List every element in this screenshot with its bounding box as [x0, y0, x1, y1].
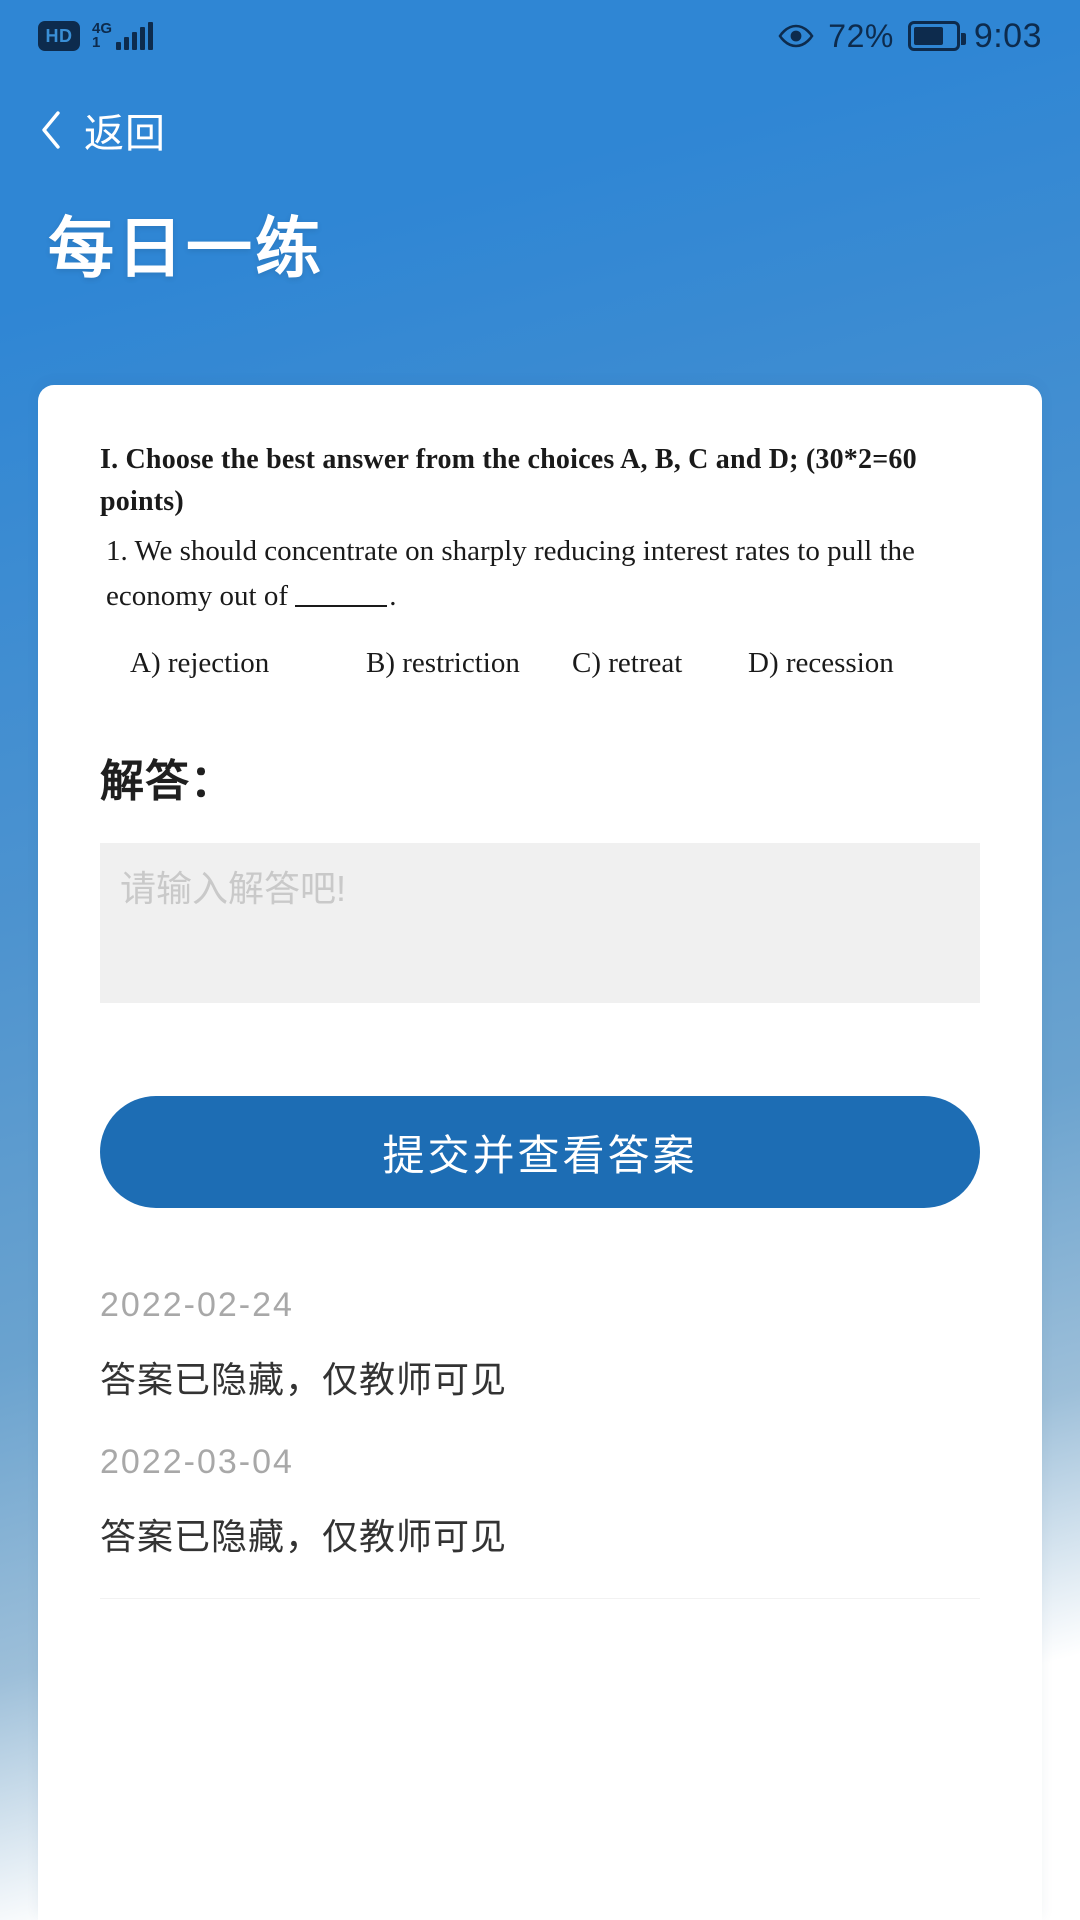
question-stem-period: . — [389, 579, 397, 612]
history-item-date: 2022-02-24 — [100, 1286, 294, 1325]
back-button[interactable]: 返回 — [0, 92, 1080, 168]
question-stem-text: 1. We should concentrate on sharply redu… — [106, 535, 915, 612]
battery-icon — [907, 21, 966, 51]
network-generation-label: 4G 1 — [92, 21, 112, 51]
hd-icon: HD — [38, 21, 80, 51]
question-block: I. Choose the best answer from the choic… — [38, 385, 1042, 683]
battery-percent-label: 72% — [828, 17, 894, 54]
question-options: A) rejection B) restriction C) retreat D… — [100, 643, 1000, 684]
content-card: I. Choose the best answer from the choic… — [38, 385, 1042, 1920]
question-section-heading: I. Choose the best answer from the choic… — [100, 444, 917, 517]
submit-wrapper: 提交并查看答案 — [38, 1008, 1042, 1209]
back-button-label: 返回 — [84, 112, 166, 156]
question-option-a[interactable]: A) rejection — [130, 643, 366, 684]
network-indicator: 4G 1 — [92, 21, 154, 51]
answer-history-list: 2022-02-24 答案已隐藏，仅教师可见 2022-03-04 答案已隐藏，… — [38, 1268, 1042, 1600]
question-blank — [295, 604, 388, 607]
answer-section-label: 解答： — [100, 757, 235, 807]
list-item[interactable]: 2022-03-04 答案已隐藏，仅教师可见 — [38, 1425, 1042, 1582]
answer-input[interactable] — [100, 843, 980, 1004]
question-option-d[interactable]: D) recession — [748, 643, 894, 684]
signal-bars-icon — [116, 22, 154, 51]
history-item-date: 2022-03-04 — [100, 1443, 294, 1482]
history-item-text: 答案已隐藏，仅教师可见 — [100, 1359, 508, 1401]
submit-and-view-answer-button[interactable]: 提交并查看答案 — [100, 1096, 980, 1209]
chevron-left-icon — [40, 110, 84, 150]
question-stem: 1. We should concentrate on sharply redu… — [100, 529, 1000, 619]
network-sub-text: 1 — [92, 34, 101, 51]
app-root: HD 4G 1 72% 9:03 返回 每日一练 I. Choose the b… — [0, 0, 1080, 1920]
answer-input-wrapper — [38, 809, 1042, 1008]
list-item[interactable]: 2022-02-24 答案已隐藏，仅教师可见 — [38, 1268, 1042, 1425]
status-bar-left: HD 4G 1 — [38, 21, 154, 51]
eye-comfort-icon — [778, 24, 814, 48]
status-bar-right: 72% 9:03 — [778, 17, 1042, 56]
history-divider — [100, 1598, 980, 1600]
status-bar-clock: 9:03 — [973, 16, 1042, 55]
history-item-text: 答案已隐藏，仅教师可见 — [100, 1516, 508, 1558]
question-option-b[interactable]: B) restriction — [366, 643, 572, 684]
question-option-c[interactable]: C) retreat — [572, 643, 748, 684]
page-title: 每日一练 — [48, 211, 324, 285]
battery-fill — [913, 27, 943, 45]
status-bar: HD 4G 1 72% 9:03 — [0, 0, 1080, 72]
